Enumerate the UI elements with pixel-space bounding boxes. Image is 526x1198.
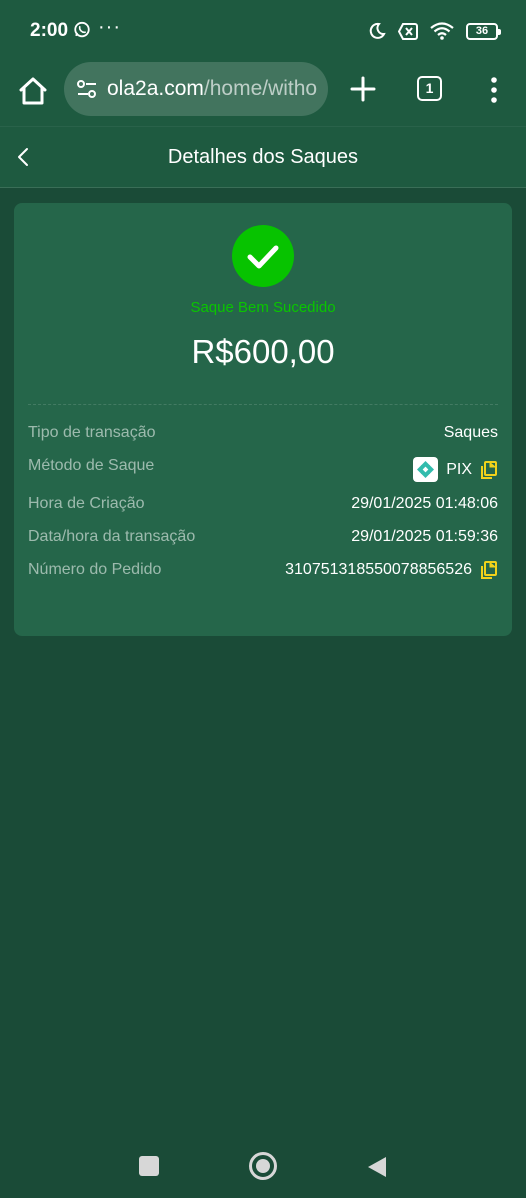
detail-row-transaction-time: Data/hora da transação 29/01/2025 01:59:… <box>28 526 498 552</box>
detail-label: Método de Saque <box>28 457 155 474</box>
detail-value: 310751318550078856526 <box>285 561 498 579</box>
tab-switcher-button[interactable]: 1 <box>417 76 442 101</box>
detail-row-withdrawal-method: Método de Saque PIX <box>28 455 498 482</box>
detail-label: Data/hora da transação <box>28 528 196 545</box>
detail-value: PIX <box>413 457 498 482</box>
status-icons: 36 <box>368 20 501 42</box>
checkmark-icon <box>247 245 279 269</box>
divider <box>28 404 498 405</box>
detail-row-created-time: Hora de Criação 29/01/2025 01:48:06 <box>28 493 498 519</box>
no-sim-icon <box>398 22 418 40</box>
battery-icon: 36 <box>466 22 501 40</box>
url-text[interactable]: ola2a.com/home/witho <box>107 77 317 101</box>
detail-label: Tipo de transação <box>28 424 156 441</box>
detail-value-text: 310751318550078856526 <box>285 561 472 578</box>
status-bar: 2:00 ··· 36 <box>0 0 526 60</box>
detail-value-text: Saques <box>443 424 498 441</box>
more-dots-icon: ··· <box>98 16 121 38</box>
home-icon[interactable] <box>16 74 50 108</box>
detail-value-text: PIX <box>446 460 472 478</box>
detail-label: Número do Pedido <box>28 561 162 578</box>
home-button[interactable] <box>249 1152 277 1180</box>
copy-icon[interactable] <box>480 561 498 579</box>
back-button[interactable] <box>367 1156 387 1178</box>
detail-value-text: 29/01/2025 01:48:06 <box>351 495 498 512</box>
new-tab-icon[interactable] <box>348 74 378 104</box>
copy-icon[interactable] <box>480 460 498 479</box>
page-header: Detalhes dos Saques <box>0 126 526 188</box>
address-bar[interactable]: ola2a.com/home/witho <box>64 62 328 116</box>
wifi-icon <box>430 22 454 40</box>
withdrawal-detail-card: Saque Bem Sucedido R$600,00 Tipo de tran… <box>14 203 512 636</box>
moon-icon <box>369 22 386 39</box>
kebab-menu-icon[interactable] <box>484 75 504 105</box>
detail-value: Saques <box>444 424 498 442</box>
detail-value-text: 29/01/2025 01:59:36 <box>351 528 498 545</box>
url-path: /home/witho <box>203 77 318 100</box>
pix-logo-icon <box>413 457 439 482</box>
amount: R$600,00 <box>191 333 335 370</box>
success-check-icon <box>232 225 294 287</box>
status-text: Saque Bem Sucedido <box>190 299 336 316</box>
detail-label: Hora de Criação <box>28 495 145 512</box>
status-time: 2:00 <box>30 20 69 41</box>
recent-apps-button[interactable] <box>139 1156 159 1176</box>
url-domain: ola2a.com <box>107 77 204 100</box>
detail-row-transaction-type: Tipo de transação Saques <box>28 422 498 448</box>
detail-value: 29/01/2025 01:59:36 <box>351 528 498 546</box>
detail-value: 29/01/2025 01:48:06 <box>351 495 498 513</box>
page-title: Detalhes dos Saques <box>167 146 359 168</box>
site-settings-icon[interactable] <box>76 78 98 100</box>
detail-row-order-number: Número do Pedido 310751318550078856526 <box>28 559 498 585</box>
whatsapp-icon <box>74 21 90 38</box>
system-nav-bar <box>0 1134 526 1198</box>
browser-toolbar: ola2a.com/home/witho 1 <box>0 60 526 126</box>
